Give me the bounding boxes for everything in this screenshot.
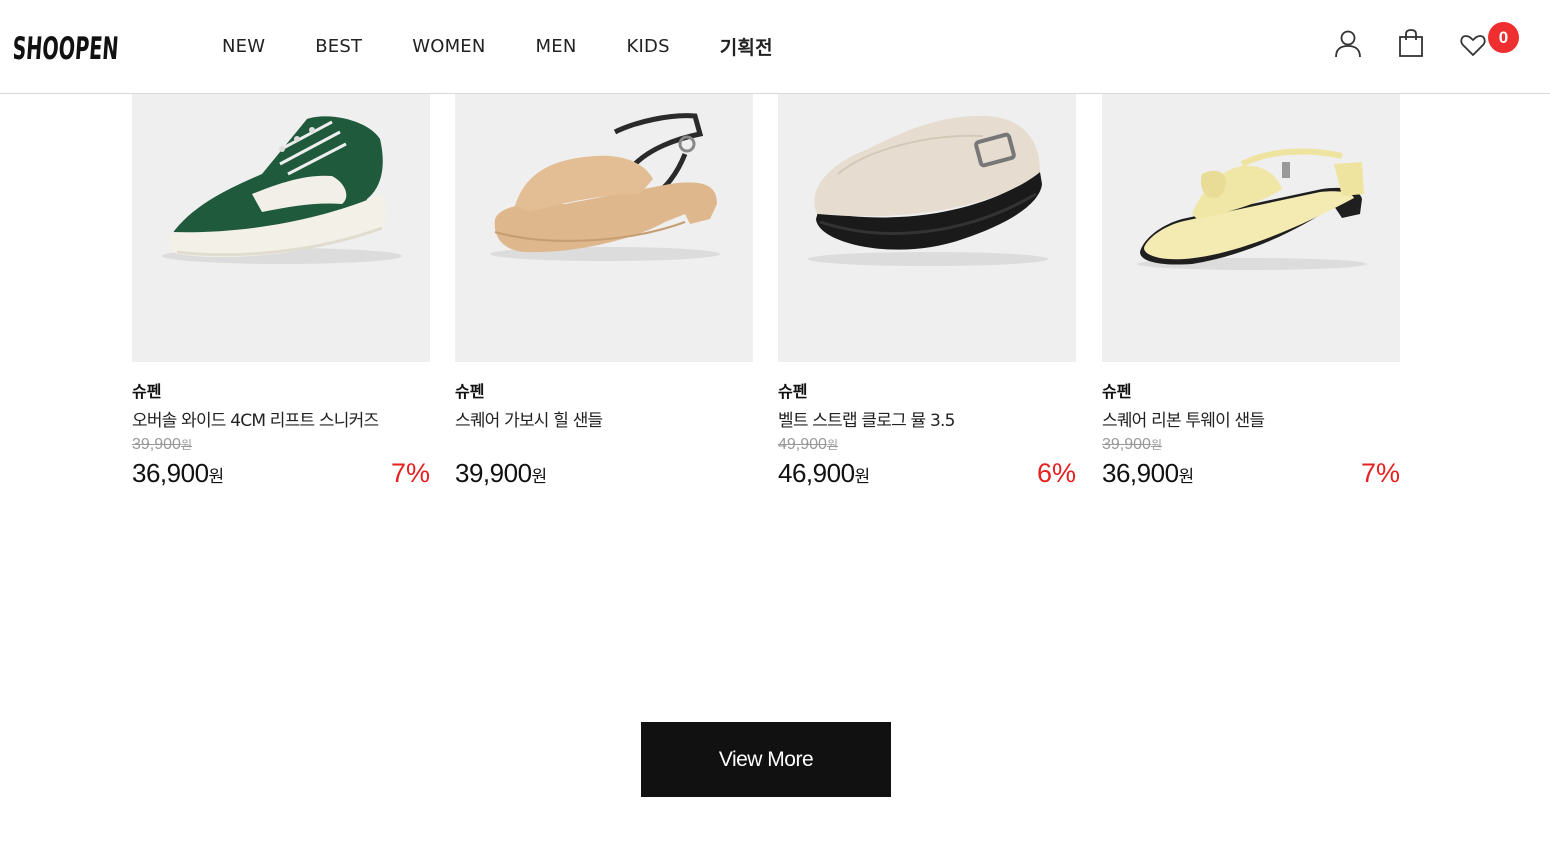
sale-price: 36,900원 — [132, 458, 225, 488]
product-image[interactable] — [1102, 94, 1400, 362]
shopping-bag-icon[interactable] — [1396, 28, 1426, 58]
product-image[interactable] — [778, 94, 1076, 362]
nav-new[interactable]: NEW — [222, 36, 265, 57]
discount-rate: 6% — [1036, 458, 1076, 488]
original-price — [455, 436, 753, 454]
sale-price: 39,900원 — [455, 458, 548, 488]
sale-price: 46,900원 — [778, 458, 871, 488]
original-price: 39,900원 — [132, 436, 192, 453]
site-header: SHOOPEN NEW BEST WOMEN MEN KIDS 기획전 0 — [0, 0, 1550, 94]
price-row: 36,900원 7% — [1102, 458, 1400, 492]
discount-rate: 7% — [390, 458, 430, 488]
product-brand: 슈펜 — [132, 382, 162, 401]
product-image[interactable] — [455, 94, 753, 362]
svg-text:SHOOPEN: SHOOPEN — [14, 31, 120, 66]
cream-clog-image — [808, 115, 1048, 266]
beige-sandal-image — [490, 113, 720, 261]
user-icon[interactable] — [1333, 28, 1363, 58]
product-image[interactable] — [132, 94, 430, 362]
green-sneaker-image — [162, 116, 402, 264]
product-card[interactable]: 슈펜 스퀘어 가보시 힐 샌들 39,900원 — [455, 94, 753, 492]
product-card[interactable]: 슈펜 오버솔 와이드 4CM 리프트 스니커즈 39,900원 36,900원 … — [132, 94, 430, 492]
product-brand: 슈펜 — [1102, 382, 1132, 401]
heart-icon[interactable] — [1458, 31, 1488, 61]
product-name[interactable]: 스퀘어 리본 투웨이 샌들 — [1102, 406, 1400, 431]
shoopen-logo[interactable]: SHOOPEN — [14, 26, 122, 66]
nav-men[interactable]: MEN — [536, 36, 577, 57]
product-card[interactable]: 슈펜 벨트 스트랩 클로그 뮬 3.5 49,900원 46,900원 6% — [778, 94, 1076, 492]
product-brand: 슈펜 — [778, 382, 808, 401]
product-name[interactable]: 오버솔 와이드 4CM 리프트 스니커즈 — [132, 406, 430, 431]
yellow-ribbon-sandal-image — [1137, 148, 1367, 270]
nav-kids[interactable]: KIDS — [627, 36, 670, 57]
nav-women[interactable]: WOMEN — [412, 36, 485, 57]
wishlist-count-badge: 0 — [1488, 22, 1519, 53]
view-more-button[interactable]: View More — [641, 722, 891, 797]
main-nav: NEW BEST WOMEN MEN KIDS 기획전 — [222, 0, 823, 92]
product-card[interactable]: 슈펜 스퀘어 리본 투웨이 샌들 39,900원 36,900원 7% — [1102, 94, 1400, 492]
product-brand: 슈펜 — [455, 382, 485, 401]
price-row: 39,900원 — [455, 458, 753, 492]
price-row: 46,900원 6% — [778, 458, 1076, 492]
discount-rate: 7% — [1360, 458, 1400, 488]
nav-best[interactable]: BEST — [315, 36, 362, 57]
nav-exhibition[interactable]: 기획전 — [720, 33, 773, 60]
price-row: 36,900원 7% — [132, 458, 430, 492]
sale-price: 36,900원 — [1102, 458, 1195, 488]
product-name[interactable]: 벨트 스트랩 클로그 뮬 3.5 — [778, 406, 1076, 431]
product-name[interactable]: 스퀘어 가보시 힐 샌들 — [455, 406, 753, 431]
original-price: 39,900원 — [1102, 436, 1162, 453]
original-price: 49,900원 — [778, 436, 838, 453]
